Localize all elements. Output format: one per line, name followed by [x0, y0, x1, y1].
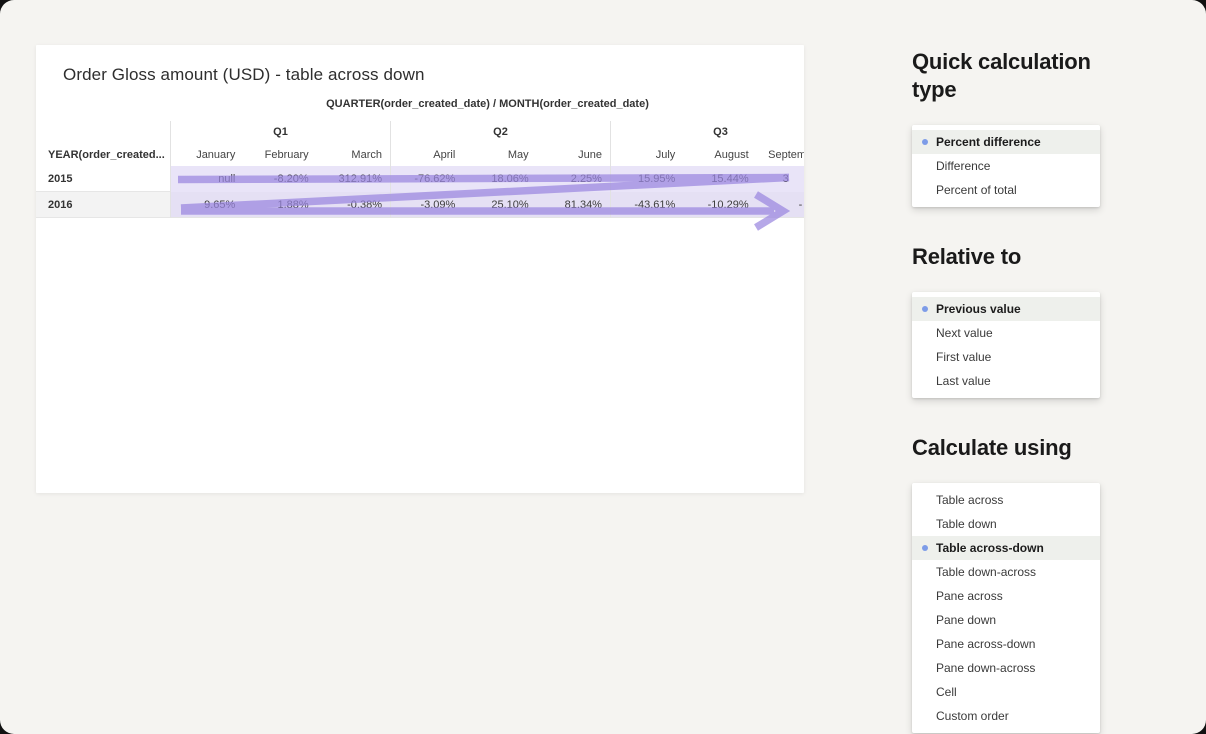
option-first-value[interactable]: First value — [912, 345, 1100, 369]
table-cell: 9.65% — [170, 192, 243, 218]
month-header: June — [537, 144, 610, 166]
option-table-across-down[interactable]: Table across-down — [912, 536, 1100, 560]
table-cell: 25.10% — [463, 192, 536, 218]
quarter-header-row: Q1 Q2 Q3 — [36, 121, 804, 144]
table-cell: 312.91% — [317, 166, 390, 192]
option-label: Next value — [936, 326, 993, 340]
option-label: Pane across-down — [936, 637, 1035, 651]
table-cell: -0.38% — [317, 192, 390, 218]
quarter-header-q1: Q1 — [170, 121, 390, 144]
option-difference[interactable]: Difference — [912, 154, 1100, 178]
option-label: Percent of total — [936, 183, 1017, 197]
card-title: Order Gloss amount (USD) - table across … — [63, 65, 804, 85]
selected-dot-icon — [922, 306, 928, 312]
table-cell: 81.34% — [537, 192, 610, 218]
calculation-options-column: Quick calculation type Percent differenc… — [912, 48, 1100, 733]
option-label: Cell — [936, 685, 957, 699]
option-last-value[interactable]: Last value — [912, 369, 1100, 393]
app-canvas: Order Gloss amount (USD) - table across … — [0, 0, 1206, 734]
month-header: July — [610, 144, 683, 166]
option-label: Previous value — [936, 302, 1021, 316]
quarter-header-q2: Q2 — [390, 121, 610, 144]
option-label: Pane down — [936, 613, 996, 627]
option-custom-order[interactable]: Custom order — [912, 704, 1100, 728]
table-cell: -43.61% — [610, 192, 683, 218]
table-cell: 18.06% — [463, 166, 536, 192]
option-label: Percent difference — [936, 135, 1041, 149]
selected-dot-icon — [922, 139, 928, 145]
table-cell: 3 — [757, 166, 804, 192]
table-cell: -3.09% — [390, 192, 463, 218]
row-header-year: 2016 — [36, 192, 170, 218]
option-label: Custom order — [936, 709, 1009, 723]
table-cell: null — [170, 166, 243, 192]
relative-to-panel: Previous value Next value First value La… — [912, 292, 1100, 398]
table-cell: -76.62% — [390, 166, 463, 192]
crosstab-table: Q1 Q2 Q3 YEAR(order_created... January F… — [36, 121, 804, 218]
option-table-down[interactable]: Table down — [912, 512, 1100, 536]
quarter-header-q3: Q3 — [610, 121, 804, 144]
option-pane-across-down[interactable]: Pane across-down — [912, 632, 1100, 656]
month-header: May — [463, 144, 536, 166]
option-label: Difference — [936, 159, 990, 173]
column-axis-label: QUARTER(order_created_date) / MONTH(orde… — [170, 97, 804, 111]
option-percent-difference[interactable]: Percent difference — [912, 130, 1100, 154]
quarter-header-spacer — [36, 121, 170, 144]
option-label: Table down-across — [936, 565, 1036, 579]
option-label: Table across-down — [936, 541, 1044, 555]
option-cell[interactable]: Cell — [912, 680, 1100, 704]
month-header: January — [170, 144, 243, 166]
option-next-value[interactable]: Next value — [912, 321, 1100, 345]
section-heading-quick-calculation-type: Quick calculation type — [912, 48, 1100, 104]
row-header-year: 2015 — [36, 166, 170, 192]
table-cell: 2.25% — [537, 166, 610, 192]
option-pane-across[interactable]: Pane across — [912, 584, 1100, 608]
month-header-row: YEAR(order_created... January February M… — [36, 144, 804, 166]
table-cell: -8.20% — [243, 166, 316, 192]
table-cell: 1.88% — [243, 192, 316, 218]
month-header: February — [243, 144, 316, 166]
table-preview-card: Order Gloss amount (USD) - table across … — [36, 45, 804, 493]
option-label: First value — [936, 350, 991, 364]
option-label: Pane across — [936, 589, 1003, 603]
table-cell: - — [757, 192, 804, 218]
table-cell: 15.95% — [610, 166, 683, 192]
month-header: March — [317, 144, 390, 166]
calculation-direction-arrow — [36, 45, 804, 493]
option-pane-down[interactable]: Pane down — [912, 608, 1100, 632]
calculate-using-panel: Table across Table down Table across-dow… — [912, 483, 1100, 733]
month-header: August — [683, 144, 756, 166]
month-header: September — [757, 144, 804, 166]
option-table-down-across[interactable]: Table down-across — [912, 560, 1100, 584]
section-heading-relative-to: Relative to — [912, 243, 1100, 271]
option-label: Pane down-across — [936, 661, 1035, 675]
option-label: Table across — [936, 493, 1003, 507]
table-row: 2016 9.65% 1.88% -0.38% -3.09% 25.10% 81… — [36, 192, 804, 218]
option-label: Last value — [936, 374, 991, 388]
table-row: 2015 null -8.20% 312.91% -76.62% 18.06% … — [36, 166, 804, 192]
option-percent-of-total[interactable]: Percent of total — [912, 178, 1100, 202]
option-pane-down-across[interactable]: Pane down-across — [912, 656, 1100, 680]
table-cell: 15.44% — [683, 166, 756, 192]
month-header: April — [390, 144, 463, 166]
row-axis-label: YEAR(order_created... — [36, 144, 170, 166]
section-heading-calculate-using: Calculate using — [912, 434, 1100, 462]
selected-dot-icon — [922, 545, 928, 551]
option-previous-value[interactable]: Previous value — [912, 297, 1100, 321]
quick-calculation-type-panel: Percent difference Difference Percent of… — [912, 125, 1100, 207]
option-table-across[interactable]: Table across — [912, 488, 1100, 512]
option-label: Table down — [936, 517, 997, 531]
table-cell: -10.29% — [683, 192, 756, 218]
